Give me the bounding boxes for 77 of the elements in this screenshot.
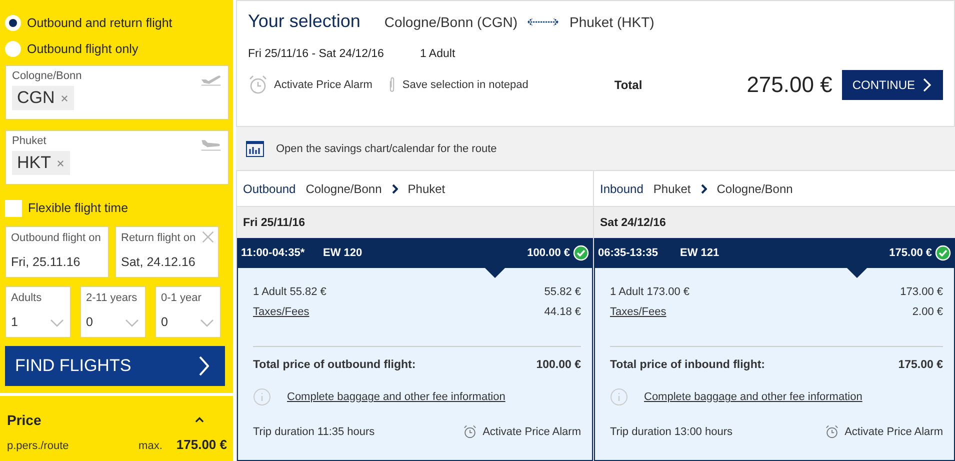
total-price: 275.00 €	[746, 72, 832, 98]
fees-link[interactable]: Taxes/Fees	[610, 306, 666, 318]
fare-amount: 44.18 €	[544, 306, 581, 318]
savings-chart-link[interactable]: Open the savings chart/calendar for the route	[276, 142, 497, 154]
airport-chip[interactable]: CGN	[12, 86, 74, 110]
chevron-icon	[392, 184, 398, 194]
leg-total-label: Total price of outbound flight:	[253, 359, 416, 371]
chevron-down-icon[interactable]	[50, 319, 64, 327]
price-alarm-link[interactable]: Activate Price Alarm	[482, 426, 581, 438]
caret-icon[interactable]	[195, 417, 204, 423]
max-price: 175.00 €	[176, 437, 227, 452]
fare-label: 1 Adult 173.00 €	[610, 286, 690, 298]
baggage-info-link[interactable]: Complete baggage and other fee information	[644, 391, 862, 403]
passenger-select[interactable]: Adults 1	[5, 286, 71, 338]
alarm-clock-icon	[462, 425, 477, 439]
chevron-icon	[700, 184, 707, 194]
info-icon	[610, 388, 628, 406]
selection-title: Your selection	[248, 11, 360, 32]
baggage-info-link[interactable]: Complete baggage and other fee information	[287, 391, 506, 403]
leg-destination: Phuket	[408, 182, 446, 196]
leg-origin: Phuket	[653, 182, 691, 196]
bar-chart-icon	[246, 140, 264, 156]
airport-chip[interactable]: HKT	[12, 151, 70, 175]
trip-duration: Trip duration 11:35 hours	[253, 426, 375, 438]
airport-field[interactable]: Phuket HKT	[5, 130, 229, 185]
trip-dates: Fri 25/11/16 - Sat 24/12/16	[248, 48, 384, 60]
leg-destination: Cologne/Bonn	[716, 182, 793, 196]
leg-total-label: Total price of inbound flight:	[610, 359, 766, 371]
leg-direction: Inbound	[600, 182, 644, 196]
chevron-down-icon[interactable]	[125, 319, 139, 327]
fare-amount: 173.00 €	[900, 286, 943, 298]
leg-total-price: 175.00 €	[898, 359, 943, 371]
filter-title: Price	[7, 412, 42, 428]
fare-amount: 55.82 €	[544, 286, 581, 298]
fare-label: 1 Adult 55.82 €	[253, 286, 326, 298]
trip-type-option[interactable]: Outbound flight only	[5, 36, 229, 62]
landing-icon	[200, 137, 222, 151]
alarm-clock-icon	[824, 425, 839, 439]
airport-field[interactable]: Cologne/Bonn CGN	[5, 65, 229, 120]
leg-total-price: 100.00 €	[536, 359, 581, 371]
flexible-time-checkbox[interactable]: Flexible flight time	[5, 196, 229, 220]
route-destination: Phuket (HKT)	[569, 14, 654, 30]
trip-duration: Trip duration 13:00 hours	[610, 426, 732, 438]
price-alarm-link[interactable]: Activate Price Alarm	[844, 426, 943, 438]
alarm-clock-icon	[248, 75, 268, 95]
price-alarm-link[interactable]: Activate Price Alarm	[274, 79, 372, 91]
field-label: Phuket	[12, 135, 46, 147]
fare-amount: 2.00 €	[912, 306, 943, 318]
leg-date: Sat 24/12/16	[594, 207, 955, 238]
chevron-right-icon	[923, 78, 931, 92]
fees-link[interactable]: Taxes/Fees	[253, 306, 310, 318]
paperclip-icon	[388, 77, 396, 93]
remove-icon[interactable]	[60, 94, 68, 102]
leg-date: Fri 25/11/16	[237, 207, 593, 238]
notepad-link[interactable]: Save selection in notepad	[402, 79, 528, 91]
total-label: Total	[614, 78, 642, 92]
traveller-count: 1 Adult	[420, 48, 456, 60]
close-icon[interactable]	[202, 231, 214, 243]
trip-type-option[interactable]: Outbound and return flight	[5, 10, 229, 36]
remove-icon[interactable]	[57, 160, 64, 166]
field-label: Cologne/Bonn	[12, 70, 82, 82]
leg-origin: Cologne/Bonn	[306, 182, 382, 196]
info-icon	[253, 388, 271, 406]
price-unit-label: p.pers./route	[7, 440, 69, 452]
chevron-right-icon	[199, 356, 209, 376]
leg-direction: Outbound	[243, 182, 296, 196]
max-label: max.	[138, 440, 162, 452]
date-field[interactable]: Return flight on Sat, 24.12.16	[115, 226, 219, 278]
chevron-down-icon[interactable]	[200, 319, 214, 327]
passenger-select[interactable]: 2-11 years 0	[80, 286, 146, 338]
passenger-select[interactable]: 0-1 year 0	[155, 286, 221, 338]
check-circle-icon	[935, 245, 951, 261]
continue-button[interactable]: CONTINUE	[842, 70, 943, 100]
date-field[interactable]: Outbound flight on Fri, 25.11.16	[5, 226, 109, 278]
route-origin: Cologne/Bonn (CGN)	[384, 14, 518, 30]
check-circle-icon	[573, 245, 589, 261]
find-flights-button[interactable]: FIND FLIGHTS	[5, 346, 225, 386]
